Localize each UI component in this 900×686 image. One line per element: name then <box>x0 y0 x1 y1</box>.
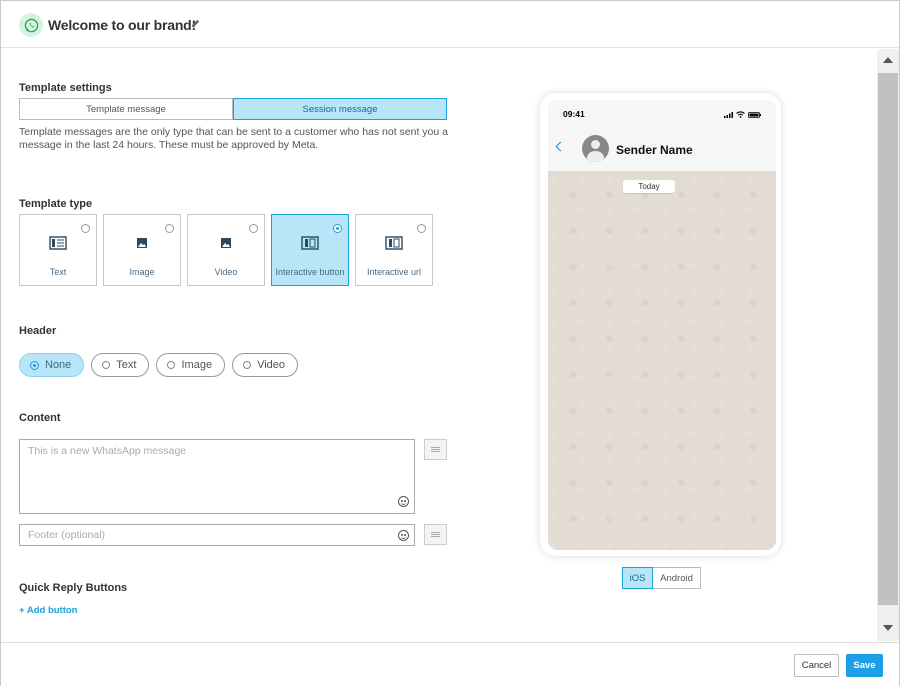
interactive-url-icon <box>385 236 403 250</box>
quick-reply-label: Quick Reply Buttons <box>19 582 128 594</box>
back-chevron-icon[interactable] <box>555 141 566 152</box>
content-label: Content <box>19 412 61 424</box>
os-toggle: iOS Android <box>622 567 701 589</box>
header-option-text[interactable]: Text <box>91 353 150 377</box>
android-option[interactable]: Android <box>653 567 701 589</box>
video-icon <box>221 238 231 248</box>
dialog-footer: Cancel Save <box>1 642 899 686</box>
radio-button[interactable] <box>165 224 174 233</box>
header-option-video[interactable]: Video <box>232 353 298 377</box>
add-button-link[interactable]: + Add button <box>19 605 77 616</box>
footer-input[interactable]: Footer (optional) <box>19 524 415 546</box>
chat-wallpaper <box>548 173 776 550</box>
radio-button <box>102 361 111 369</box>
template-type-card-interactive-url[interactable]: Interactive url <box>355 214 433 286</box>
scroll-up-arrow-icon[interactable] <box>883 57 893 63</box>
status-icons <box>724 111 761 118</box>
template-type-card-text[interactable]: Text <box>19 214 97 286</box>
avatar <box>582 135 609 162</box>
phone-preview: 09:41 Sender Name Today <box>540 93 781 556</box>
radio-button[interactable] <box>249 224 258 233</box>
card-label: Text <box>49 267 67 277</box>
variables-button[interactable] <box>424 439 447 460</box>
date-chip: Today <box>623 180 675 193</box>
page-title: Welcome to our brand! <box>48 17 196 33</box>
save-button[interactable]: Save <box>846 654 883 677</box>
card-label: Video <box>214 267 238 277</box>
message-placeholder: This is a new WhatsApp message <box>28 445 187 457</box>
radio-button[interactable] <box>417 224 426 233</box>
radio-button[interactable] <box>81 224 90 233</box>
ios-option[interactable]: iOS <box>622 567 653 589</box>
session-message-option[interactable]: Session message <box>233 98 447 120</box>
footer-placeholder: Footer (optional) <box>28 529 106 541</box>
message-textarea[interactable]: This is a new WhatsApp message <box>19 439 415 514</box>
list-icon <box>431 447 440 448</box>
template-type-card-interactive-button[interactable]: Interactive button <box>271 214 349 286</box>
whatsapp-icon <box>19 13 43 37</box>
template-type-card-image[interactable]: Image <box>103 214 181 286</box>
interactive-button-icon <box>301 236 319 250</box>
text-icon <box>49 236 67 250</box>
list-icon <box>431 532 440 533</box>
pencil-icon[interactable] <box>190 18 201 29</box>
message-kind-toggle: Template message Session message <box>19 98 447 120</box>
template-settings-label: Template settings <box>19 82 112 94</box>
header-options: None Text Image Video <box>19 353 298 377</box>
option-label: Image <box>181 359 213 371</box>
radio-button <box>243 361 252 369</box>
status-bar: 09:41 <box>548 100 776 124</box>
status-time: 09:41 <box>563 109 585 119</box>
scroll-thumb[interactable] <box>878 73 898 605</box>
option-label: None <box>45 359 72 371</box>
cancel-button[interactable]: Cancel <box>794 654 839 677</box>
phone-screen: 09:41 Sender Name Today <box>548 100 776 550</box>
template-message-option[interactable]: Template message <box>19 98 233 120</box>
option-label: Video <box>257 359 285 371</box>
template-type-card-video[interactable]: Video <box>187 214 265 286</box>
radio-button <box>167 361 176 369</box>
chat-header: Sender Name <box>548 124 776 172</box>
sender-name: Sender Name <box>616 143 693 157</box>
scrollbar[interactable] <box>877 49 899 641</box>
emoji-icon[interactable] <box>398 496 409 507</box>
radio-button[interactable] <box>333 224 342 233</box>
scroll-down-arrow-icon[interactable] <box>883 625 893 631</box>
signal-icon <box>724 112 733 118</box>
card-label: Image <box>129 267 155 277</box>
wifi-icon <box>736 111 745 118</box>
header-label: Header <box>19 325 57 337</box>
template-type-label: Template type <box>19 198 93 210</box>
header-option-image[interactable]: Image <box>156 353 226 377</box>
card-label: Interactive url <box>366 267 422 277</box>
template-editor-dialog: Welcome to our brand! Template settings … <box>0 0 900 686</box>
option-label: Text <box>116 359 137 371</box>
battery-icon <box>748 112 761 118</box>
template-type-cards: Text Image Video Interactive button Inte… <box>19 214 433 286</box>
footer-variables-button[interactable] <box>424 524 447 545</box>
template-description: Template messages are the only type that… <box>19 126 448 151</box>
header-option-none[interactable]: None <box>19 353 85 377</box>
image-icon <box>137 238 147 248</box>
emoji-icon[interactable] <box>398 530 409 541</box>
dialog-header: Welcome to our brand! <box>1 1 899 48</box>
radio-button <box>30 360 39 370</box>
card-label: Interactive button <box>275 267 345 277</box>
